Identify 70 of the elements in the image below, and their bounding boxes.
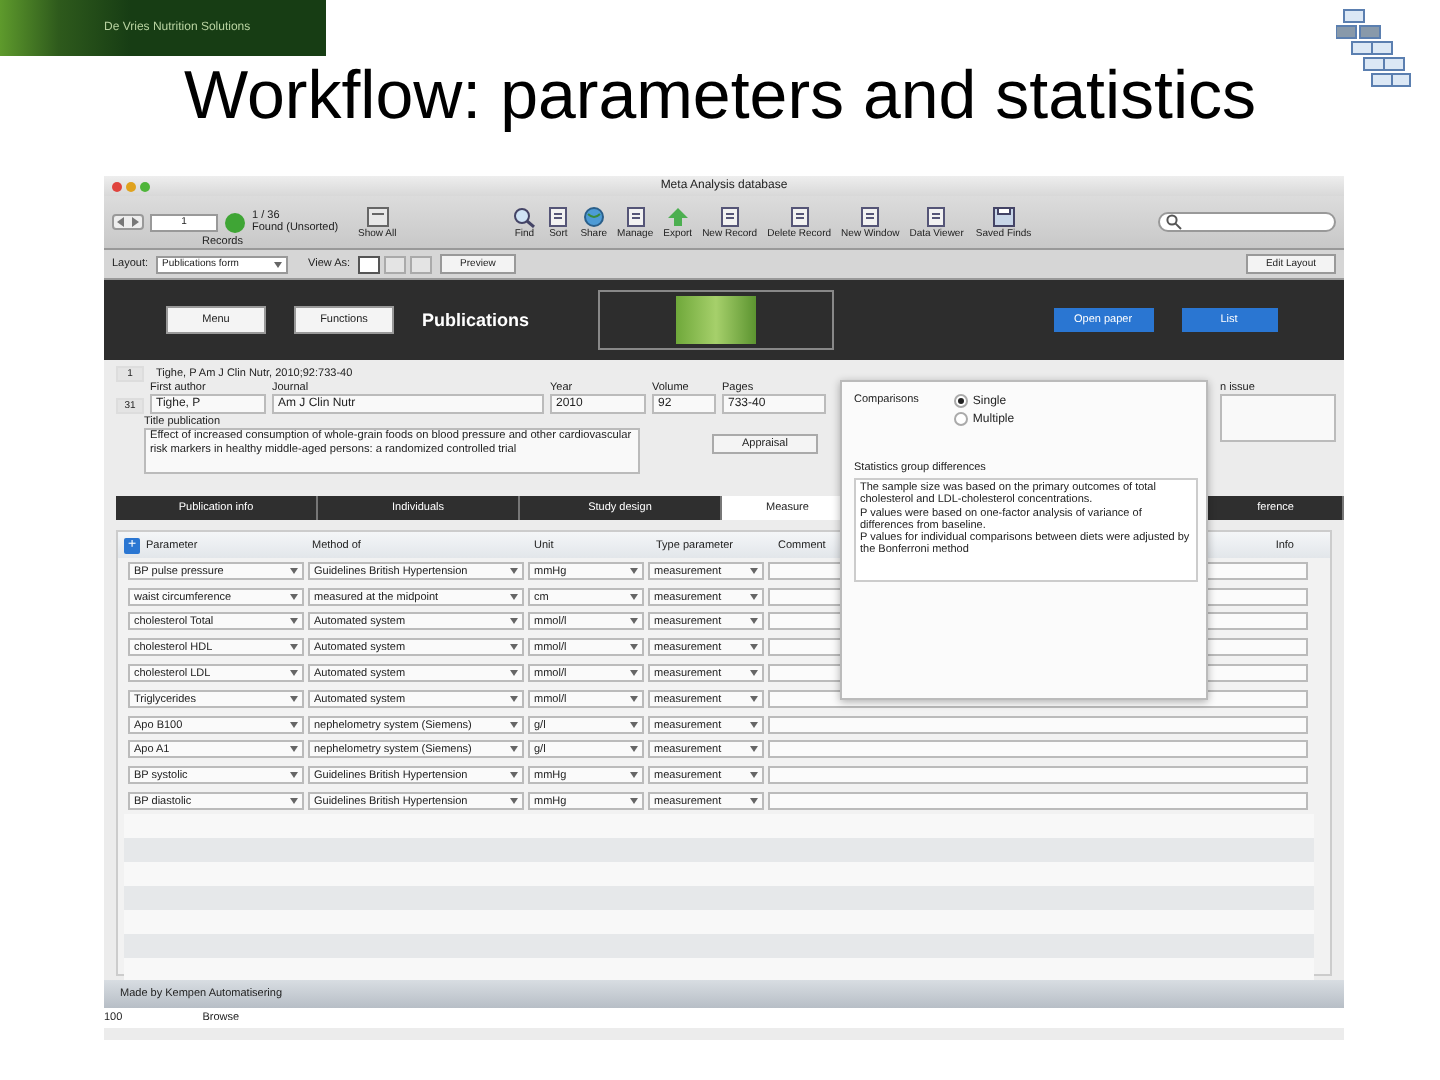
view-mode-button[interactable] [358,255,381,273]
caret-icon [510,798,518,805]
found-pie-icon [224,211,246,233]
caret-icon [630,644,638,651]
document-icon [717,205,742,227]
zoom-button[interactable] [140,181,150,191]
caret-icon [630,695,638,702]
caret-icon [290,746,298,753]
document-icon [924,205,949,227]
minimize-button[interactable] [126,181,136,191]
caret-icon [290,695,298,702]
caret-icon [510,670,518,677]
blocks-logo-icon [1336,6,1412,90]
caret-icon [510,772,518,779]
radio-button[interactable] [954,394,969,408]
caret-icon [750,670,758,677]
comment-field[interactable] [768,740,1308,759]
close-button[interactable] [112,181,122,191]
caret-icon [510,746,518,753]
caret-icon [630,772,638,779]
caret-icon [630,618,638,625]
window-icon [365,205,390,227]
layout-title: Publications [422,310,530,330]
caret-icon [290,567,298,574]
comment-field[interactable] [768,766,1308,785]
caret-icon [510,593,518,600]
caret-icon [750,746,758,753]
caret-icon [750,567,758,574]
caret-icon [290,593,298,600]
caret-icon [630,593,638,600]
caret-icon [510,618,518,625]
document-icon [546,205,571,227]
caret-icon [750,772,758,779]
photo-placeholder [675,296,756,344]
search-icon [1166,214,1182,230]
document-icon [858,205,883,227]
caret-icon [290,772,298,779]
caret-icon [630,670,638,677]
caret-icon [290,721,298,728]
globe-icon [581,205,606,227]
comment-field[interactable] [768,715,1308,734]
caret-icon [750,798,758,805]
caret-icon [750,695,758,702]
caret-icon [510,695,518,702]
caret-icon [510,644,518,651]
caret-icon [290,670,298,677]
search-field[interactable] [1158,212,1336,232]
comment-field[interactable] [768,792,1308,811]
text-area[interactable] [1220,394,1336,442]
caret-icon [630,798,638,805]
search-icon [512,205,537,227]
caret-icon [750,644,758,651]
caret-icon [274,261,283,267]
arrow-up-icon [665,205,690,227]
caret-icon [290,618,298,625]
document-icon [623,205,648,227]
caret-icon [630,567,638,574]
caret-icon [290,798,298,805]
caret-icon [510,721,518,728]
record-nav-buttons[interactable] [112,214,144,230]
caret-icon [510,567,518,574]
slide-title: Workflow: parameters and statistics [182,56,1258,138]
document-icon [787,205,812,227]
radio-button[interactable] [954,412,969,426]
caret-icon [750,593,758,600]
caret-icon [630,746,638,753]
caret-icon [630,721,638,728]
caret-icon [750,618,758,625]
caret-icon [290,644,298,651]
caret-icon [750,721,758,728]
